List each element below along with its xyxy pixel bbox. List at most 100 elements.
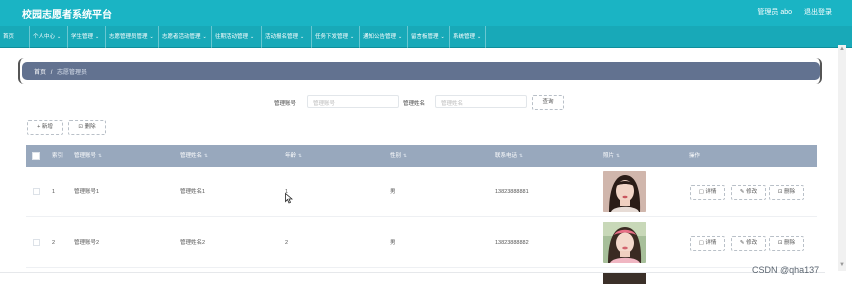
batch-delete-button[interactable]: ⊡ 删除 xyxy=(68,120,106,135)
nav-item-label: 任务下发管理 xyxy=(315,34,349,40)
table-header: 索引 管理账号 ⇅ 管理姓名 ⇅ 年龄 ⇅ 性别 ⇅ 联系电话 ⇅ 照片 ⇅ 操作 xyxy=(26,145,817,167)
nav-item-label: 志愿管理员管理 xyxy=(109,34,148,40)
chevron-down-icon: ⌄ xyxy=(95,34,100,40)
column-label: 管理姓名 xyxy=(180,153,203,159)
column-label: 索引 xyxy=(52,153,64,159)
main-nav: 首页 个人中心 ⌄ 学生管理 ⌄ 志愿管理员管理 ⌄ 志愿者活动管理 ⌄ 往期活动管理 ⌄… xyxy=(0,26,852,48)
column-header-gender[interactable]: 性别 ⇅ xyxy=(390,145,407,167)
chevron-down-icon: ⌄ xyxy=(477,34,482,40)
nav-item-label: 系统管理 xyxy=(453,34,476,40)
column-label: 管理账号 xyxy=(74,153,97,159)
nav-item-label: 首页 xyxy=(3,34,15,40)
column-label: 联系电话 xyxy=(495,153,518,159)
add-button[interactable]: + 新增 xyxy=(27,120,63,135)
nav-item-task-management[interactable]: 任务下发管理 ⌄ xyxy=(312,26,360,48)
search-button[interactable]: 查询 xyxy=(532,95,564,110)
cell-account: 管理账号2 xyxy=(74,240,100,246)
mouse-cursor-icon xyxy=(285,193,293,204)
nav-item-system-management[interactable]: 系统管理 ⌄ xyxy=(450,26,486,48)
app-title: 校园志愿者系统平台 xyxy=(22,10,112,21)
cell-index: 2 xyxy=(52,240,56,246)
logout-link[interactable]: 退出登录 xyxy=(804,9,832,16)
nav-item-volunteer-admin-management[interactable]: 志愿管理员管理 ⌄ xyxy=(106,26,159,48)
detail-label: 详情 xyxy=(705,189,717,195)
scroll-down-icon[interactable]: ▼ xyxy=(839,262,845,268)
breadcrumb-current: 志愿管理员 xyxy=(57,70,88,76)
watermark: CSDN @qha137 xyxy=(752,265,820,275)
nav-item-message-board-management[interactable]: 留言板管理 ⌄ xyxy=(408,26,450,48)
detail-label: 详情 xyxy=(705,240,717,246)
scroll-up-icon[interactable]: ▲ xyxy=(839,46,845,52)
nav-item-label: 留言板管理 xyxy=(411,34,439,40)
vertical-scrollbar[interactable] xyxy=(838,45,846,271)
column-label: 操作 xyxy=(689,153,701,159)
column-header-account[interactable]: 管理账号 ⇅ xyxy=(74,145,102,167)
column-header-name[interactable]: 管理姓名 ⇅ xyxy=(180,145,208,167)
nav-item-volunteer-activity-management[interactable]: 志愿者活动管理 ⌄ xyxy=(159,26,212,48)
cell-phone: 13823888881 xyxy=(495,189,529,195)
top-bar: 校园志愿者系统平台 管理员 abo 退出登录 xyxy=(0,0,852,26)
sort-icon: ⇅ xyxy=(204,153,208,158)
user-label: 管理员 abo xyxy=(757,9,793,16)
column-label: 年龄 xyxy=(285,153,297,159)
cell-account: 管理账号1 xyxy=(74,189,100,195)
nav-item-home[interactable]: 首页 xyxy=(0,26,30,48)
cell-index: 1 xyxy=(52,189,56,195)
delete-label: 删除 xyxy=(784,240,796,246)
edit-label: 修改 xyxy=(746,240,758,246)
cell-name: 管理姓名1 xyxy=(180,189,206,195)
cell-gender: 男 xyxy=(390,240,396,246)
user-photo xyxy=(603,171,646,212)
user-photo xyxy=(603,222,646,263)
column-header-age[interactable]: 年龄 ⇅ xyxy=(285,145,302,167)
sort-icon: ⇅ xyxy=(616,153,620,158)
row-checkbox[interactable] xyxy=(33,188,40,195)
nav-item-label: 通知公告管理 xyxy=(363,34,397,40)
breadcrumb-home[interactable]: 首页 xyxy=(34,70,46,76)
select-all-checkbox[interactable] xyxy=(32,152,40,160)
sort-icon: ⇅ xyxy=(403,153,407,158)
delete-label: 删除 xyxy=(84,124,96,130)
nav-item-label: 志愿者活动管理 xyxy=(162,34,201,40)
nav-item-label: 学生管理 xyxy=(71,34,94,40)
nav-item-label: 个人中心 xyxy=(33,34,56,40)
user-area: 管理员 abo 退出登录 xyxy=(747,7,832,17)
detail-button[interactable]: ▢ 详情 xyxy=(690,236,725,251)
nav-item-student-management[interactable]: 学生管理 ⌄ xyxy=(68,26,106,48)
table-row: 2 管理账号2 管理姓名2 2 男 13823888882 ▢ 详情 ✎ 修改 … xyxy=(26,218,817,268)
viewport-bottom-edge xyxy=(0,272,825,273)
edit-button[interactable]: ✎ 修改 xyxy=(731,185,766,200)
cell-age: 2 xyxy=(285,240,289,246)
nav-item-personal-center[interactable]: 个人中心 ⌄ xyxy=(30,26,68,48)
nav-item-label: 活动报名管理 xyxy=(265,34,299,40)
chevron-down-icon: ⌄ xyxy=(350,34,355,40)
portrait-image xyxy=(603,171,646,212)
delete-label: 删除 xyxy=(784,189,796,195)
next-row-photo-partial xyxy=(603,273,646,284)
nav-item-registration-management[interactable]: 活动报名管理 ⌄ xyxy=(262,26,312,48)
chevron-down-icon: ⌄ xyxy=(398,34,403,40)
nav-item-label: 往期活动管理 xyxy=(215,34,249,40)
column-header-phone[interactable]: 联系电话 ⇅ xyxy=(495,145,523,167)
edit-button[interactable]: ✎ 修改 xyxy=(731,236,766,251)
name-label: 管理姓名 xyxy=(403,101,426,107)
sort-icon: ⇅ xyxy=(298,153,302,158)
nav-item-past-activity-management[interactable]: 往期活动管理 ⌄ xyxy=(212,26,262,48)
column-header-photo[interactable]: 照片 ⇅ xyxy=(603,145,620,167)
delete-button[interactable]: ⊡ 删除 xyxy=(769,236,804,251)
cell-age: 1 xyxy=(285,189,289,195)
table-row: 1 管理账号1 管理姓名1 1 男 13823888881 ▢ 详情 ✎ 修改 … xyxy=(26,167,817,217)
account-search-input[interactable]: 管理账号 xyxy=(307,95,399,108)
chevron-down-icon: ⌄ xyxy=(250,34,255,40)
nav-item-notice-management[interactable]: 通知公告管理 ⌄ xyxy=(360,26,408,48)
delete-button[interactable]: ⊡ 删除 xyxy=(769,185,804,200)
breadcrumb-text: 首页 / 志愿管理员 xyxy=(34,67,87,76)
detail-button[interactable]: ▢ 详情 xyxy=(690,185,725,200)
cell-name: 管理姓名2 xyxy=(180,240,206,246)
row-checkbox[interactable] xyxy=(33,239,40,246)
chevron-down-icon: ⌄ xyxy=(149,34,154,40)
column-header-index[interactable]: 索引 xyxy=(52,145,63,167)
name-search-input[interactable]: 管理姓名 xyxy=(435,95,527,108)
sort-icon: ⇅ xyxy=(519,153,523,158)
column-label: 性别 xyxy=(390,153,402,159)
